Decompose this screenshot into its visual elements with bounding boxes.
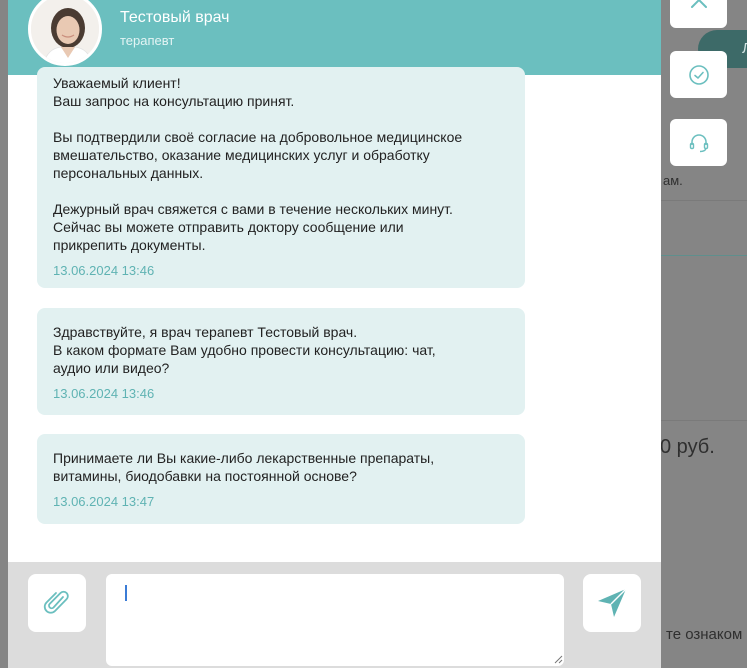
chat-message: Уважаемый клиент! Ваш запрос на консульт… [37, 67, 525, 288]
send-message-button[interactable] [583, 574, 641, 632]
message-line: персональных данных. [53, 165, 204, 181]
background-divider [661, 255, 747, 256]
message-line: Сейчас вы можете отправить доктору сообщ… [53, 219, 404, 235]
message-line: Ваш запрос на консультацию принят. [53, 93, 295, 109]
close-icon [690, 0, 707, 8]
message-timestamp: 13.06.2024 13:46 [53, 263, 155, 278]
paperclip-icon [43, 590, 69, 614]
attach-file-button[interactable] [28, 574, 86, 632]
message-timestamp: 13.06.2024 13:47 [53, 494, 155, 509]
chat-message: Здравствуйте, я врач терапевт Тестовый в… [37, 308, 525, 415]
chat-message: Принимаете ли Вы какие-либо лекарственны… [37, 434, 525, 524]
text-cursor [125, 585, 127, 601]
resize-handle-icon[interactable] [553, 654, 563, 664]
message-composer [8, 562, 661, 668]
message-line: В каком формате Вам удобно провести конс… [53, 342, 436, 358]
check-circle-icon [688, 64, 709, 85]
message-line: Здравствуйте, я врач терапевт Тестовый в… [53, 324, 358, 340]
background-divider [661, 420, 747, 421]
doctor-avatar [28, 0, 102, 66]
background-text-fragment: ам. [663, 173, 683, 188]
message-line: Принимаете ли Вы какие-либо лекарственны… [53, 450, 435, 466]
message-timestamp: 13.06.2024 13:46 [53, 386, 155, 401]
support-button[interactable] [670, 119, 727, 166]
background-price-fragment: 0 руб. [660, 436, 715, 458]
message-line: Вы подтвердили своё согласие на добровол… [53, 129, 463, 145]
background-bottom-text: те ознаком [666, 626, 743, 643]
send-icon [598, 588, 627, 617]
message-line: аудио или видео? [53, 360, 170, 376]
message-line: прикрепить документы. [53, 237, 206, 253]
doctor-photo [31, 0, 99, 63]
chat-window: Тестовый врач терапевт Уважаемый клиент!… [8, 0, 661, 668]
headset-icon [689, 133, 708, 152]
message-line: витамины, биодобавки на постоянной основ… [53, 468, 357, 484]
message-line: Уважаемый клиент! [53, 75, 181, 91]
close-chat-button[interactable] [670, 0, 727, 28]
doctor-role: терапевт [120, 33, 175, 48]
doctor-name: Тестовый врач [120, 9, 230, 26]
message-line: вмешательство, оказание медицинских услу… [53, 147, 430, 163]
background-divider [661, 200, 747, 201]
message-input[interactable] [106, 574, 564, 666]
complete-consultation-button[interactable] [670, 51, 727, 98]
message-line: Дежурный врач свяжется с вами в течение … [53, 201, 453, 217]
chat-header: Тестовый врач терапевт [8, 0, 661, 75]
message-list: Уважаемый клиент! Ваш запрос на консульт… [8, 67, 661, 562]
